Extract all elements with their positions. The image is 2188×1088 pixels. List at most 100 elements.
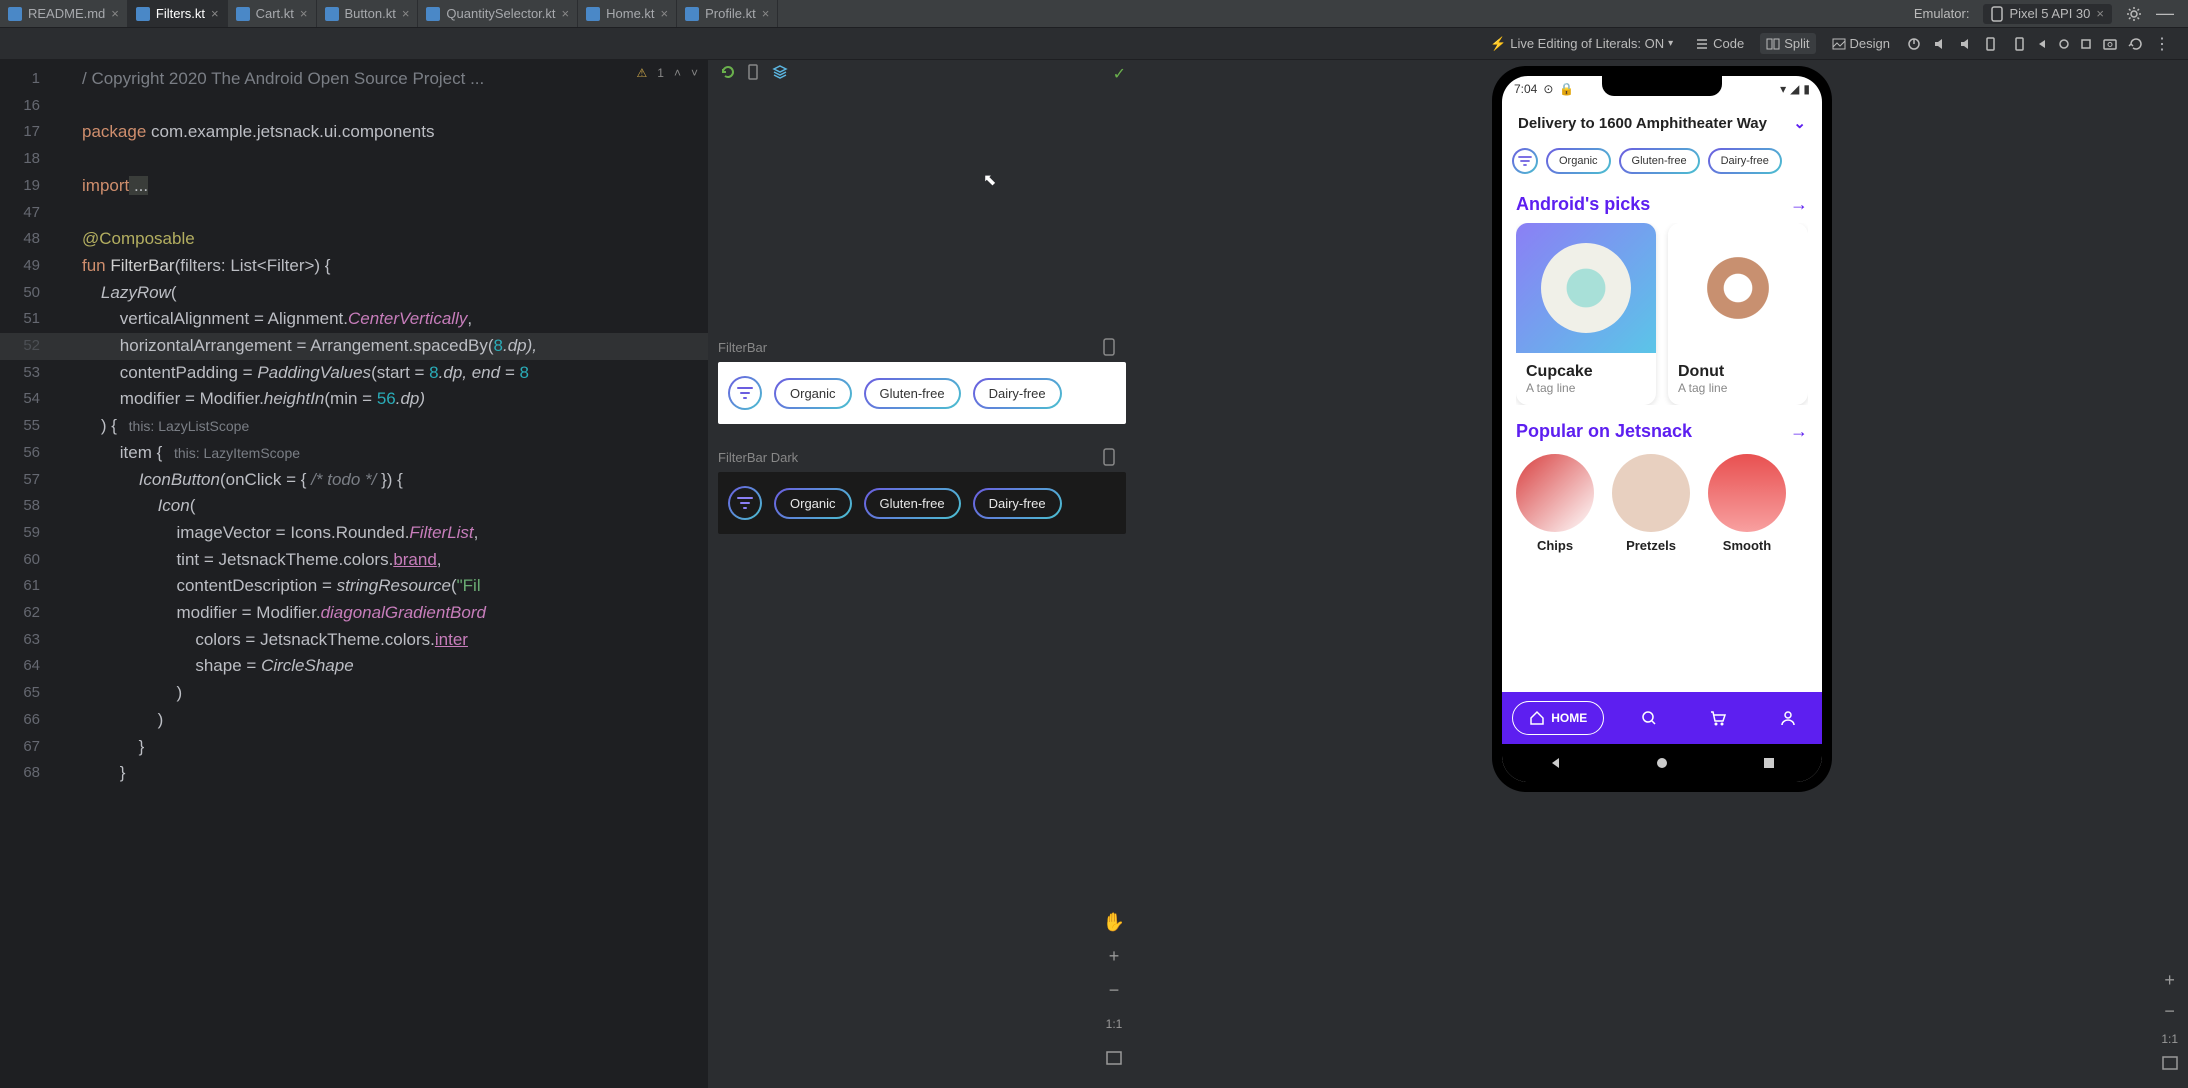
tab-cart[interactable]: Cart.kt× <box>228 0 317 27</box>
zoom-reset[interactable]: 1:1 <box>2161 1032 2178 1046</box>
deploy-icon[interactable] <box>746 64 762 80</box>
rotate-left-icon[interactable] <box>1984 36 2000 52</box>
snack-circle[interactable]: Chips <box>1516 454 1594 553</box>
close-icon[interactable]: × <box>661 6 669 21</box>
more-icon[interactable]: ⋮ <box>2154 34 2170 54</box>
volume-up-icon[interactable] <box>1932 36 1948 52</box>
editor-tabs: README.md× Filters.kt× Cart.kt× Button.k… <box>0 0 778 27</box>
emulator-label: Emulator: <box>1914 6 1970 21</box>
chip-glutenfree[interactable]: Gluten-free <box>864 488 961 519</box>
filterbar-light-preview[interactable]: Organic Gluten-free Dairy-free <box>718 362 1126 424</box>
refresh-icon[interactable] <box>720 64 736 80</box>
nav-profile[interactable] <box>1764 702 1812 734</box>
camera-icon[interactable] <box>2102 36 2118 52</box>
home-icon[interactable] <box>2058 38 2070 50</box>
markdown-icon <box>8 7 22 21</box>
snack-circle[interactable]: Pretzels <box>1612 454 1690 553</box>
gutter: 1161718194748495051525354555657585960616… <box>0 60 54 1088</box>
filter-icon[interactable] <box>728 376 762 410</box>
volume-down-icon[interactable] <box>1958 36 1974 52</box>
top-toolbar: README.md× Filters.kt× Cart.kt× Button.k… <box>0 0 2188 28</box>
pan-icon[interactable]: ✋ <box>1102 910 1126 934</box>
snack-circle[interactable]: Smooth <box>1708 454 1786 553</box>
zoom-out-icon[interactable]: − <box>1102 978 1126 1002</box>
snack-card[interactable]: DonutA tag line <box>1668 223 1808 405</box>
phone-icon[interactable] <box>1102 338 1116 356</box>
cart-icon <box>1709 710 1727 726</box>
code-content[interactable]: / Copyright 2020 The Android Open Source… <box>54 60 708 1088</box>
close-icon[interactable]: × <box>402 6 410 21</box>
kotlin-icon <box>426 7 440 21</box>
nav-home[interactable]: HOME <box>1512 701 1604 735</box>
close-icon[interactable]: × <box>111 6 119 21</box>
kotlin-icon <box>136 7 150 21</box>
overview-icon[interactable] <box>1762 756 1776 770</box>
zoom-in-icon[interactable]: + <box>2164 970 2175 991</box>
live-edit-toggle[interactable]: ⚡Live Editing of Literals: ON▾ <box>1484 33 1679 55</box>
refresh-icon[interactable] <box>2128 36 2144 52</box>
close-icon[interactable]: × <box>562 6 570 21</box>
power-icon[interactable] <box>1906 36 1922 52</box>
device-screen[interactable]: 7:04⊙🔒 ▾◢▮ Delivery to 1600 Amphitheater… <box>1502 76 1822 782</box>
tab-readme[interactable]: README.md× <box>0 0 128 27</box>
chevron-up-icon[interactable]: ˄ <box>674 66 681 80</box>
view-code[interactable]: Code <box>1689 33 1750 54</box>
phone-icon[interactable] <box>1102 448 1116 466</box>
fit-icon[interactable] <box>1102 1046 1126 1070</box>
chip-dairyfree[interactable]: Dairy-free <box>1708 148 1782 174</box>
lock-icon: 🔒 <box>1559 82 1574 96</box>
chip-organic[interactable]: Organic <box>774 378 852 409</box>
gear-icon[interactable] <box>2126 6 2142 22</box>
tab-filters[interactable]: Filters.kt× <box>128 0 228 27</box>
filter-icon[interactable] <box>728 486 762 520</box>
nav-search[interactable] <box>1625 702 1673 734</box>
bottom-nav: HOME <box>1502 692 1822 744</box>
editor-toolbar: ⚡Live Editing of Literals: ON▾ Code Spli… <box>0 28 2188 60</box>
chip-dairyfree[interactable]: Dairy-free <box>973 378 1062 409</box>
profile-icon <box>1780 710 1796 726</box>
close-icon[interactable]: × <box>211 6 219 21</box>
tab-button[interactable]: Button.kt× <box>317 0 419 27</box>
layers-icon[interactable] <box>772 64 788 80</box>
tab-home[interactable]: Home.kt× <box>578 0 677 27</box>
snack-card[interactable]: CupcakeA tag line <box>1516 223 1656 405</box>
chip-organic[interactable]: Organic <box>1546 148 1611 174</box>
minimize-icon[interactable]: — <box>2156 3 2174 24</box>
overview-icon[interactable] <box>2080 38 2092 50</box>
zoom-out-icon[interactable]: − <box>2164 1001 2175 1022</box>
filterbar-dark-preview[interactable]: Organic Gluten-free Dairy-free <box>718 472 1126 534</box>
close-icon[interactable]: × <box>2096 6 2104 21</box>
chevron-down-icon[interactable]: ˅ <box>691 66 698 80</box>
back-icon[interactable] <box>2036 38 2048 50</box>
kotlin-icon <box>685 7 699 21</box>
delivery-address[interactable]: Delivery to 1600 Amphitheater Way⌄ <box>1502 102 1822 144</box>
zoom-in-icon[interactable]: + <box>1102 944 1126 968</box>
zoom-reset[interactable]: 1:1 <box>1102 1012 1126 1036</box>
view-split[interactable]: Split <box>1760 33 1815 54</box>
device-selector[interactable]: Pixel 5 API 30 × <box>1983 4 2112 24</box>
chip-organic[interactable]: Organic <box>774 488 852 519</box>
inspection-widget[interactable]: ⚠1 ˄ ˅ <box>637 66 698 80</box>
arrow-right-icon[interactable]: → <box>1790 194 1808 215</box>
preview-label-dark: FilterBar Dark <box>718 450 798 465</box>
code-editor[interactable]: 1161718194748495051525354555657585960616… <box>0 60 708 1088</box>
device-frame: 7:04⊙🔒 ▾◢▮ Delivery to 1600 Amphitheater… <box>1492 66 1832 792</box>
fit-icon[interactable] <box>2162 1056 2178 1070</box>
chip-dairyfree[interactable]: Dairy-free <box>973 488 1062 519</box>
close-icon[interactable]: × <box>300 6 308 21</box>
arrow-right-icon[interactable]: → <box>1790 421 1808 442</box>
close-icon[interactable]: × <box>762 6 770 21</box>
home-icon <box>1529 710 1545 726</box>
nav-cart[interactable] <box>1693 702 1743 734</box>
code-icon <box>1695 37 1709 51</box>
chip-glutenfree[interactable]: Gluten-free <box>864 378 961 409</box>
home-icon[interactable] <box>1655 756 1669 770</box>
rotate-right-icon[interactable] <box>2010 36 2026 52</box>
tab-profile[interactable]: Profile.kt× <box>677 0 778 27</box>
tab-quantity[interactable]: QuantitySelector.kt× <box>418 0 578 27</box>
back-icon[interactable] <box>1548 756 1562 770</box>
chevron-down-icon[interactable]: ⌄ <box>1793 114 1806 132</box>
chip-glutenfree[interactable]: Gluten-free <box>1619 148 1700 174</box>
view-design[interactable]: Design <box>1826 33 1896 54</box>
filter-icon[interactable] <box>1512 148 1538 174</box>
